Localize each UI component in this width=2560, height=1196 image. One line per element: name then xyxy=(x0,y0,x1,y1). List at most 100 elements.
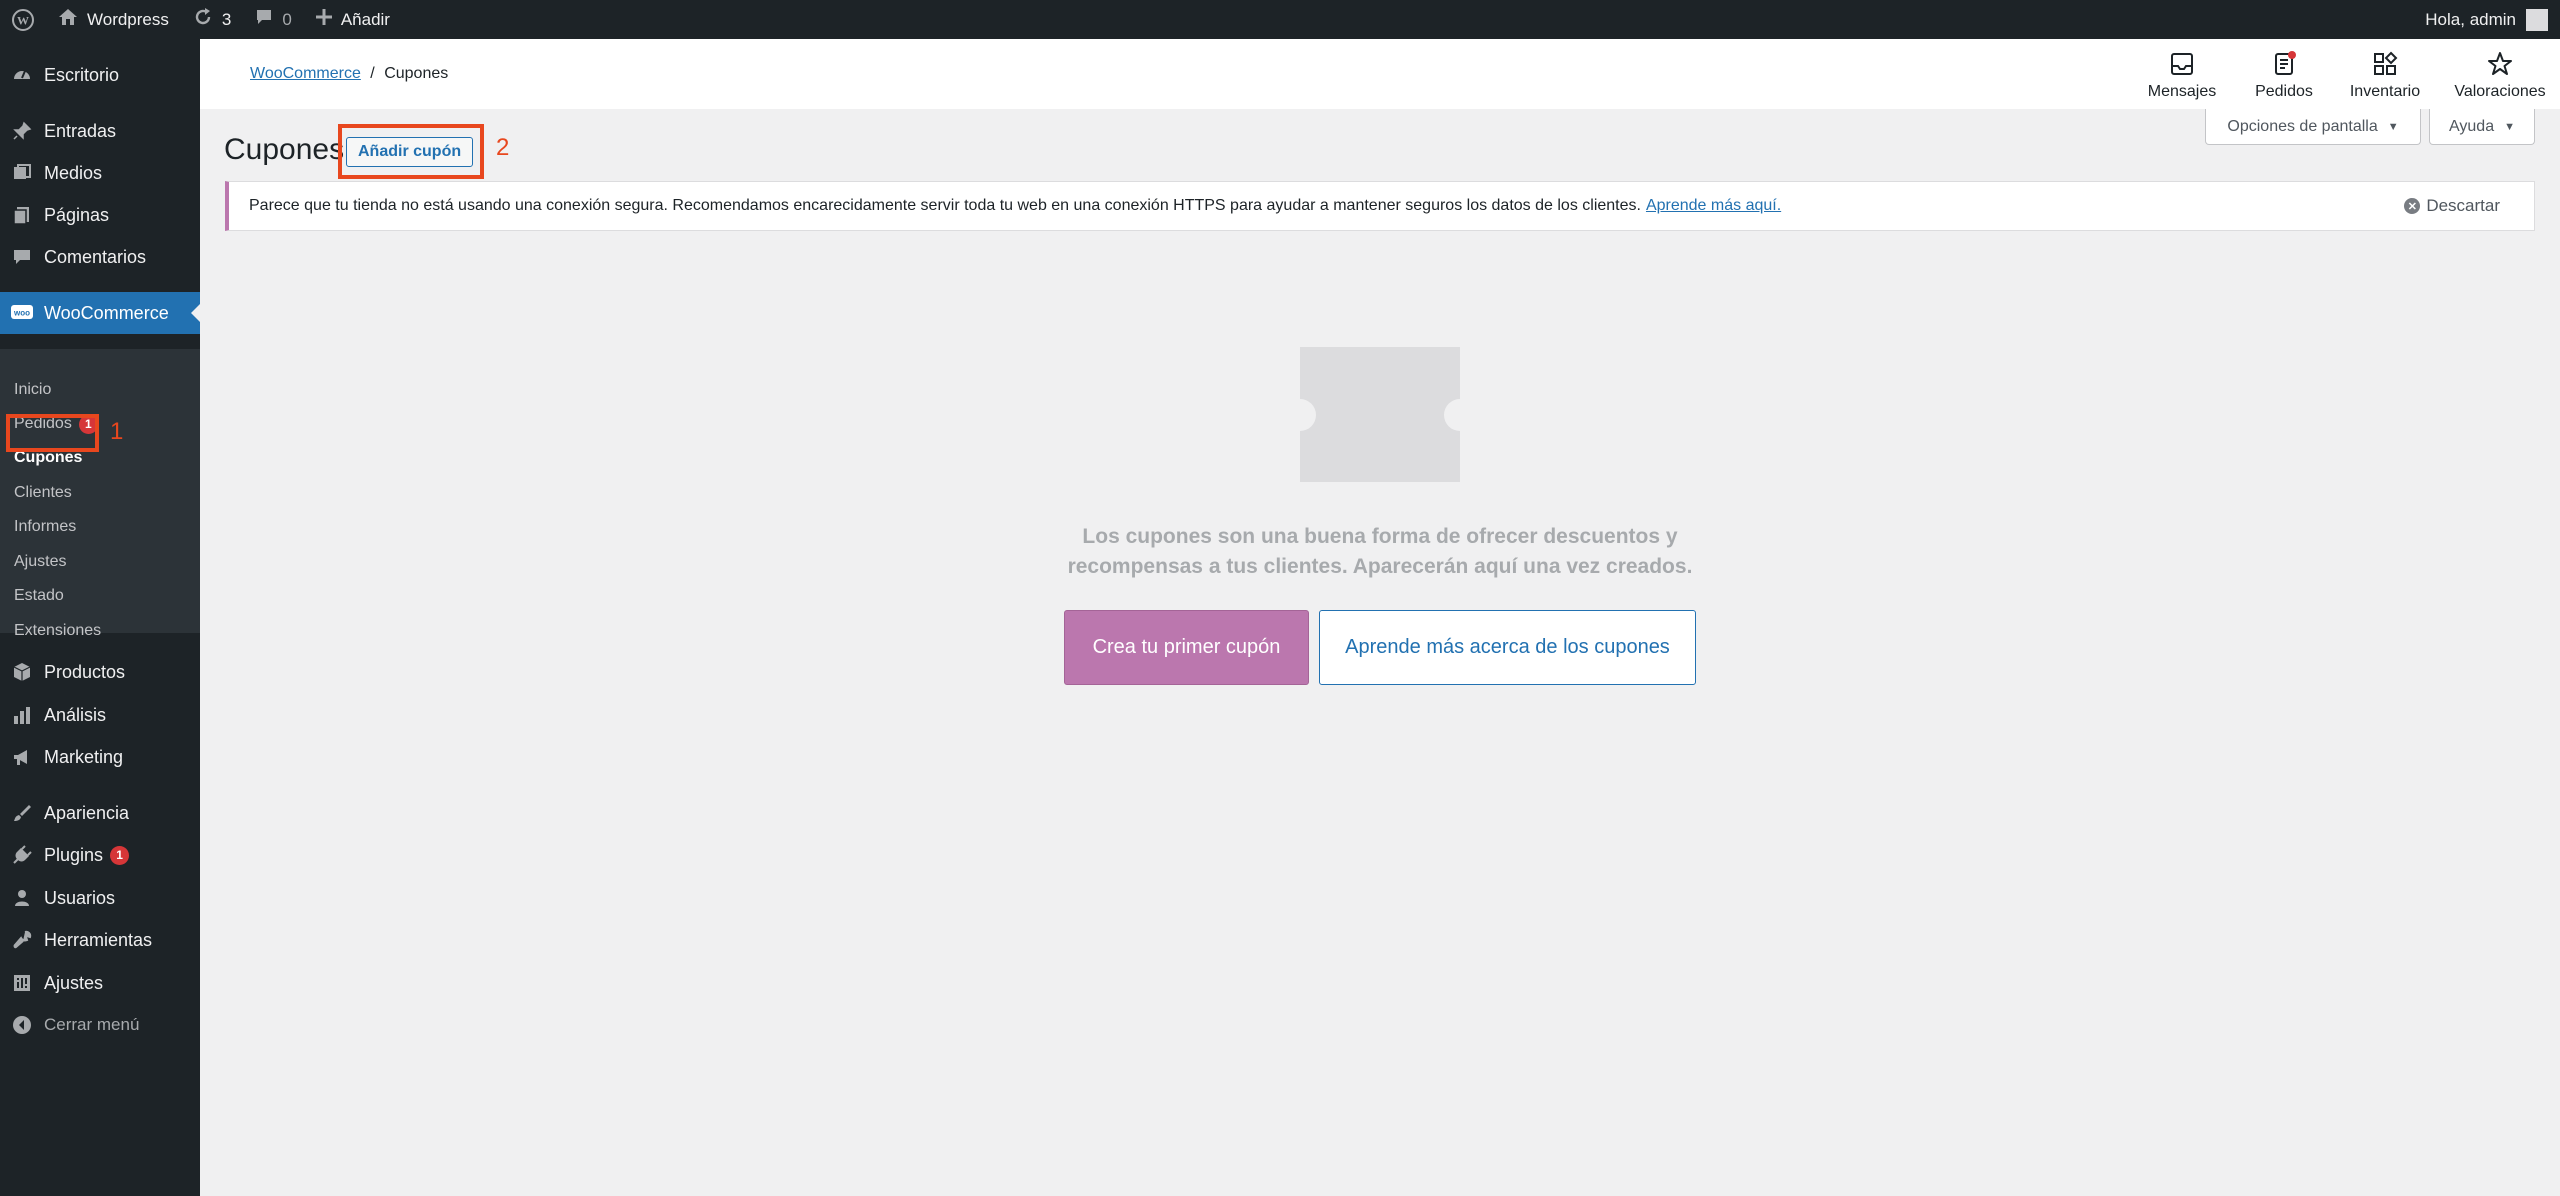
collapse-arrow-icon xyxy=(0,1015,44,1035)
annotation-number-1: 1 xyxy=(110,418,124,445)
menu-usuarios[interactable]: Usuarios xyxy=(0,877,200,919)
settings-icon xyxy=(0,973,44,993)
wordpress-logo-icon[interactable]: W xyxy=(0,0,46,39)
orders-icon xyxy=(2239,51,2329,79)
submenu-label: Extensiones xyxy=(14,622,102,639)
menu-label: Ajustes xyxy=(44,972,104,993)
header-pedidos-button[interactable]: Pedidos xyxy=(2239,51,2329,101)
menu-label: Apariencia xyxy=(44,802,130,823)
menu-apariencia[interactable]: Apariencia xyxy=(0,792,200,834)
bar-chart-icon xyxy=(0,705,44,725)
header-action-label: Inventario xyxy=(2349,83,2421,100)
menu-paginas[interactable]: Páginas xyxy=(0,194,200,236)
header-inventario-button[interactable]: Inventario xyxy=(2340,51,2430,101)
page-title: Cupones xyxy=(224,133,345,166)
collapse-label: Cerrar menú xyxy=(44,1015,140,1034)
media-icon xyxy=(0,163,44,183)
help-label: Ayuda xyxy=(2449,117,2495,135)
menu-label: WooCommerce xyxy=(44,302,169,323)
submenu-informes[interactable]: Informes xyxy=(14,514,76,540)
updates-count: 3 xyxy=(221,9,232,29)
header-mensajes-button[interactable]: Mensajes xyxy=(2137,51,2227,101)
annotation-box-2 xyxy=(338,124,484,179)
menu-label: Entradas xyxy=(44,120,117,141)
notice-learn-more-link[interactable]: Aprende más aquí. xyxy=(1646,197,1781,215)
menu-label: Análisis xyxy=(44,704,107,725)
menu-marketing[interactable]: Marketing xyxy=(0,736,200,778)
comments-link[interactable]: 0 xyxy=(243,0,303,39)
menu-productos[interactable]: Productos xyxy=(0,651,200,693)
menu-escritorio[interactable]: Escritorio xyxy=(0,54,200,96)
menu-label: Usuarios xyxy=(44,887,116,908)
menu-woocommerce[interactable]: woo WooCommerce xyxy=(0,292,200,334)
submenu-label: Ajustes xyxy=(14,553,67,570)
menu-label: Medios xyxy=(44,162,103,183)
learn-more-coupons-button[interactable]: Aprende más acerca de los cupones xyxy=(1319,610,1696,685)
comments-count: 0 xyxy=(282,9,292,29)
submenu-label: Inicio xyxy=(14,381,52,398)
plugins-update-badge: 1 xyxy=(110,845,130,865)
menu-plugins[interactable]: Plugins 1 xyxy=(0,834,200,876)
menu-label: Comentarios xyxy=(44,246,147,267)
comment-bubble-icon xyxy=(255,8,273,31)
plugin-icon xyxy=(0,845,44,865)
annotation-box-1 xyxy=(6,414,99,452)
screen-options-label: Opciones de pantalla xyxy=(2227,117,2378,135)
menu-label: Escritorio xyxy=(44,64,120,85)
submenu-estado[interactable]: Estado xyxy=(14,583,64,609)
greeting: Hola, admin xyxy=(2425,9,2516,29)
inbox-icon xyxy=(2137,51,2227,79)
menu-ajustes[interactable]: Ajustes xyxy=(0,962,200,1004)
pin-icon xyxy=(0,121,44,141)
header-action-label: Valoraciones xyxy=(2454,83,2546,100)
refresh-icon xyxy=(193,7,213,32)
help-button[interactable]: Ayuda ▼ xyxy=(2429,109,2535,145)
collapse-menu-button[interactable]: Cerrar menú xyxy=(0,1004,200,1046)
user-icon xyxy=(0,888,44,908)
caret-down-icon: ▼ xyxy=(2504,120,2515,133)
close-circle-icon: ✕ xyxy=(2404,198,2421,214)
submenu-clientes[interactable]: Clientes xyxy=(14,480,72,506)
menu-medios[interactable]: Medios xyxy=(0,152,200,194)
submenu-ajustes[interactable]: Ajustes xyxy=(14,549,66,575)
menu-herramientas[interactable]: Herramientas xyxy=(0,919,200,961)
https-notice: Parece que tu tienda no está usando una … xyxy=(225,181,2535,231)
create-first-coupon-button[interactable]: Crea tu primer cupón xyxy=(1064,610,1309,685)
coupon-illustration-icon xyxy=(1300,347,1460,482)
woocommerce-header: WooCommerce / Cupones Mensajes Pedidos I… xyxy=(200,39,2560,109)
breadcrumb-separator: / xyxy=(370,65,375,82)
pages-icon xyxy=(0,205,44,225)
site-name-link[interactable]: Wordpress xyxy=(46,0,181,39)
header-action-label: Pedidos xyxy=(2255,83,2313,100)
empty-state-message: Los cupones son una buena forma de ofrec… xyxy=(1067,525,1693,578)
menu-label: Plugins xyxy=(44,844,104,865)
menu-label: Marketing xyxy=(44,746,124,767)
notice-text: Parece que tu tienda no está usando una … xyxy=(249,197,1641,214)
site-name: Wordpress xyxy=(87,9,169,29)
dismiss-label: Descartar xyxy=(2426,196,2500,215)
submenu-extensiones[interactable]: Extensiones xyxy=(14,618,101,644)
updates-link[interactable]: 3 xyxy=(181,0,243,39)
breadcrumb-woocommerce-link[interactable]: WooCommerce xyxy=(250,65,361,82)
wrench-icon xyxy=(0,930,44,950)
comment-icon xyxy=(0,247,44,267)
breadcrumb-current: Cupones xyxy=(384,65,449,82)
header-valoraciones-button[interactable]: Valoraciones xyxy=(2450,51,2550,101)
submenu-inicio[interactable]: Inicio xyxy=(14,377,51,403)
avatar xyxy=(2526,8,2548,31)
caret-down-icon: ▼ xyxy=(2387,120,2399,133)
dashboard-icon xyxy=(0,65,44,85)
new-content-link[interactable]: Añadir xyxy=(304,0,402,39)
breadcrumb: WooCommerce / Cupones xyxy=(250,65,448,83)
annotation-number-2: 2 xyxy=(496,134,510,161)
star-icon xyxy=(2450,51,2550,79)
menu-entradas[interactable]: Entradas xyxy=(0,110,200,152)
my-account[interactable]: Hola, admin xyxy=(2425,8,2560,31)
menu-label: Herramientas xyxy=(44,929,153,950)
menu-comentarios[interactable]: Comentarios xyxy=(0,236,200,278)
home-icon xyxy=(58,8,78,31)
dismiss-notice-button[interactable]: ✕ Descartar xyxy=(2404,196,2500,216)
megaphone-icon xyxy=(0,747,44,767)
menu-analisis[interactable]: Análisis xyxy=(0,694,200,736)
screen-options-button[interactable]: Opciones de pantalla ▼ xyxy=(2205,109,2421,145)
